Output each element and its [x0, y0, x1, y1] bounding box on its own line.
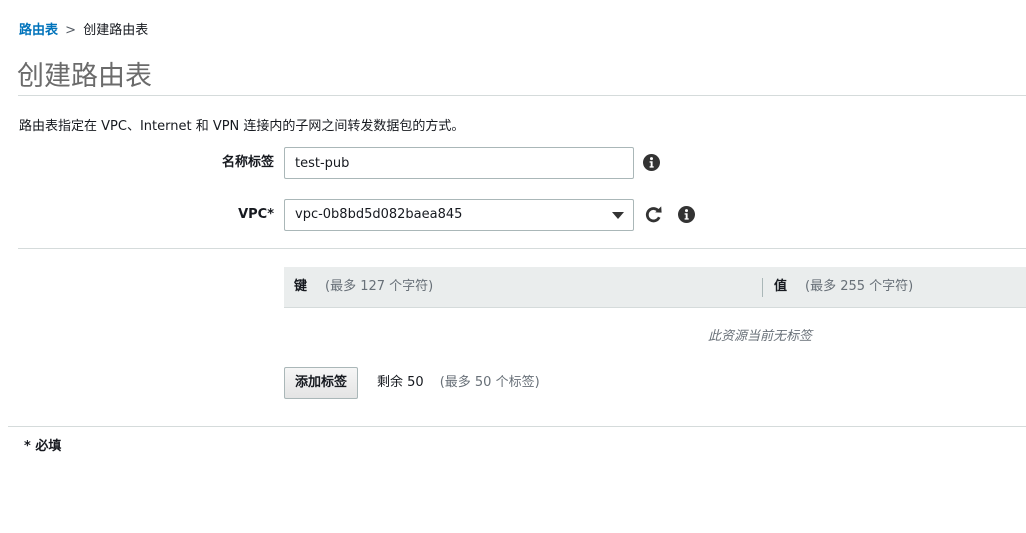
info-icon[interactable]	[678, 206, 695, 223]
no-tags-message: 此资源当前无标签	[708, 329, 813, 344]
add-tag-button[interactable]: 添加标签	[284, 367, 359, 399]
value-header: 值	[774, 279, 788, 294]
tags-table-header: 键 (最多 127 个字符) 值 (最多 255 个字符)	[284, 267, 1026, 308]
vpc-select[interactable]: vpc-0b8bd5d082baea845	[284, 199, 634, 231]
breadcrumb-separator: >	[65, 23, 77, 38]
remaining-count: 剩余 50	[377, 375, 424, 390]
name-tag-label: 名称标签	[221, 155, 274, 170]
page-description: 路由表指定在 VPC、Internet 和 VPN 连接内的子网之间转发数据包的…	[19, 119, 465, 134]
breadcrumb-link-route-tables[interactable]: 路由表	[19, 23, 58, 38]
key-hint: (最多 127 个字符)	[325, 279, 434, 294]
tag-limit-hint: (最多 50 个标签)	[439, 375, 540, 390]
tags-remaining: 剩余 50 (最多 50 个标签)	[377, 374, 540, 392]
form-divider	[18, 248, 1026, 249]
value-column-header: 值 (最多 255 个字符)	[774, 267, 913, 307]
chevron-down-icon	[612, 212, 624, 219]
refresh-icon[interactable]	[644, 205, 664, 225]
footer-divider	[8, 426, 1026, 427]
value-hint: (最多 255 个字符)	[805, 279, 914, 294]
name-tag-input[interactable]	[284, 147, 634, 179]
info-icon[interactable]	[643, 154, 660, 171]
column-separator	[762, 278, 763, 297]
page-title: 创建路由表	[17, 61, 152, 92]
title-divider	[18, 95, 1026, 96]
breadcrumb-current: 创建路由表	[83, 23, 149, 38]
key-header: 键	[294, 279, 308, 294]
required-note: * 必填	[24, 439, 62, 454]
key-column-header: 键 (最多 127 个字符)	[294, 267, 433, 307]
vpc-selected-value: vpc-0b8bd5d082baea845	[295, 207, 463, 222]
breadcrumb: 路由表 > 创建路由表	[19, 22, 148, 40]
vpc-label: VPC*	[238, 207, 274, 222]
